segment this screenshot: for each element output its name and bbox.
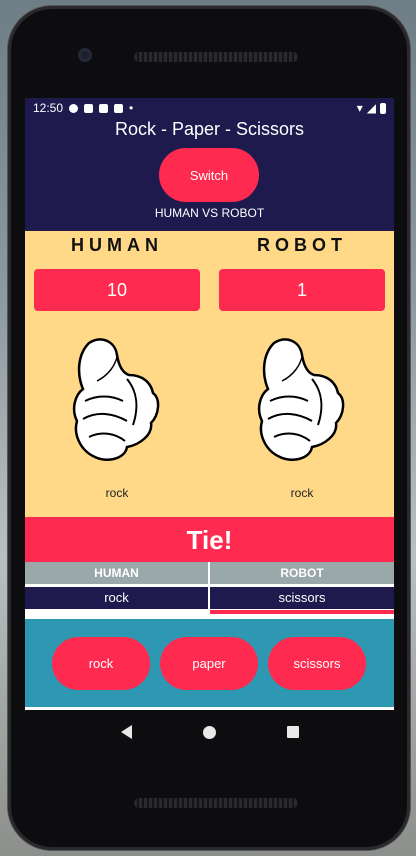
sd-card-icon xyxy=(114,103,124,113)
scissors-button[interactable]: scissors xyxy=(268,637,366,690)
robot-choice-label: rock xyxy=(290,486,314,500)
mode-label: HUMAN VS ROBOT xyxy=(154,206,265,220)
signal-icon: ◢ xyxy=(366,101,376,115)
history-cell-human: rock xyxy=(25,587,208,609)
history-cell-robot: scissors xyxy=(210,587,394,609)
recent-apps-icon[interactable] xyxy=(286,726,299,738)
front-camera-icon xyxy=(78,48,92,62)
human-choice-label: rock xyxy=(105,486,129,500)
human-column: HUMAN 10 rock xyxy=(25,231,209,500)
switch-mode-button[interactable]: Switch xyxy=(159,148,259,202)
result-banner: Tie! xyxy=(25,517,394,562)
human-name: HUMAN xyxy=(71,235,163,255)
wifi-icon: ▾ xyxy=(356,101,363,115)
paper-button[interactable]: paper xyxy=(160,637,258,690)
choice-buttons: rock paper scissors xyxy=(25,619,394,707)
home-icon[interactable] xyxy=(202,725,216,739)
back-icon[interactable] xyxy=(120,725,132,739)
rock-fist-icon xyxy=(257,338,345,461)
settings-icon xyxy=(69,103,79,113)
bottom-speaker xyxy=(134,798,298,808)
more-notifications-icon: • xyxy=(129,101,134,115)
battery-icon xyxy=(380,102,386,114)
rock-fist-icon xyxy=(72,338,160,461)
earpiece-speaker xyxy=(134,52,298,62)
app-title: Rock - Paper - Scissors xyxy=(114,119,305,139)
history-table: HUMAN ROBOT rock scissors xyxy=(25,562,394,619)
app-header: Rock - Paper - Scissors Switch HUMAN VS … xyxy=(25,118,394,231)
status-time: 12:50 xyxy=(33,101,64,115)
navigation-bar xyxy=(25,710,394,754)
players-panel: HUMAN 10 rock ROBOT 1 rock xyxy=(25,231,394,517)
table-divider xyxy=(208,562,210,619)
status-bar: 12:50 • ▾ ◢ xyxy=(25,98,394,118)
media-icon xyxy=(99,103,109,113)
robot-name: ROBOT xyxy=(257,235,347,255)
winner-indicator xyxy=(210,610,394,614)
robot-score: 1 xyxy=(219,269,385,311)
history-header-robot: ROBOT xyxy=(210,562,394,584)
app-screen: 12:50 • ▾ ◢ Rock - Paper - Scissors Swit… xyxy=(25,98,394,710)
notification-icon xyxy=(84,103,94,113)
history-header-human: HUMAN xyxy=(25,562,208,584)
robot-column: ROBOT 1 rock xyxy=(210,231,394,500)
rock-button[interactable]: rock xyxy=(52,637,150,690)
human-score: 10 xyxy=(34,269,200,311)
